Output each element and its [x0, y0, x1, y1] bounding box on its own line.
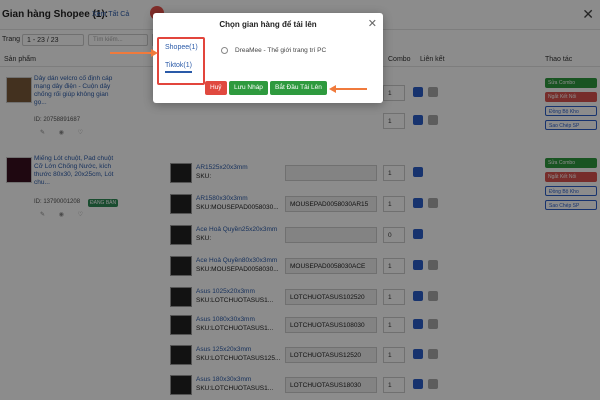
cancel-button[interactable]: Huỷ	[205, 81, 227, 95]
arrow-head-icon	[329, 85, 336, 93]
arrow-head-icon	[151, 49, 158, 57]
close-icon[interactable]: ✕	[368, 17, 377, 30]
tab-shopee[interactable]: Shopee(1)	[165, 44, 198, 51]
shop-radio[interactable]	[221, 47, 228, 54]
modal-title: Chọn gian hàng để tải lên	[219, 20, 317, 29]
start-upload-button[interactable]: Bắt Đầu Tải Lên	[270, 81, 327, 95]
save-draft-button[interactable]: Lưu Nháp	[229, 81, 268, 95]
shop-name[interactable]: DreaMee - Thế giới trang trí PC	[235, 47, 326, 54]
platform-tabs: Shopee(1) Tiktok(1)	[157, 37, 205, 85]
annotation-arrow	[110, 49, 158, 57]
annotation-arrow	[329, 85, 367, 93]
tab-tiktok[interactable]: Tiktok(1)	[165, 62, 192, 73]
